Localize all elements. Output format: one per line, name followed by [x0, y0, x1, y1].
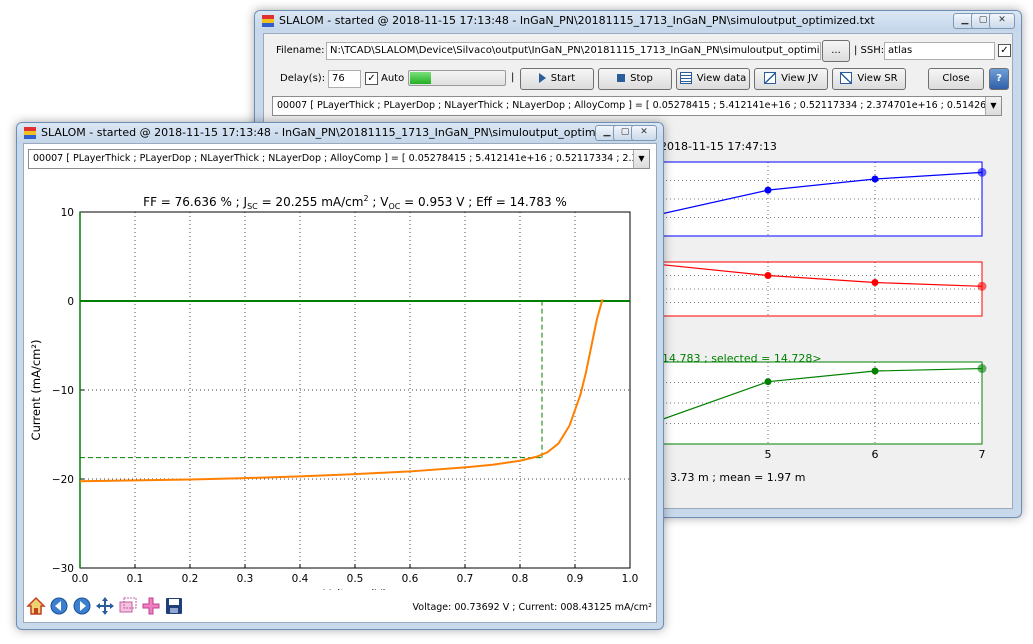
time-readout: 3.73 m ; mean = 1.97 m — [670, 471, 806, 484]
data-point — [977, 281, 987, 291]
chart-icon — [764, 72, 777, 84]
progress-fill — [410, 72, 431, 84]
data-point — [871, 367, 879, 375]
view-data-button[interactable]: View data — [676, 68, 750, 90]
chevron-down-icon[interactable]: ▼ — [985, 97, 1001, 115]
progress-bar — [408, 70, 506, 86]
parameter-selector[interactable]: 00007 [ PLayerThick ; PLayerDop ; NLayer… — [28, 149, 650, 169]
x-tick-label: 0.2 — [182, 573, 199, 585]
y-axis-label: Current (mA/cm²) — [29, 340, 43, 441]
x-tick-label: 0.8 — [512, 573, 529, 585]
close-window-button[interactable]: ✕ — [989, 13, 1015, 29]
plot-toolbar — [26, 596, 196, 618]
back-icon[interactable] — [49, 596, 69, 616]
x-tick-label: 7 — [979, 448, 986, 461]
back-plots: 5 6 7 — [662, 161, 987, 461]
x-axis-label: Voltage (V) — [323, 587, 387, 590]
auto-label: Auto — [381, 73, 405, 84]
y-tick-label: 0 — [67, 296, 74, 308]
filename-label: Filename: — [276, 45, 325, 56]
front-window: SLALOM - started @ 2018-11-15 17:13:48 -… — [16, 122, 664, 630]
title-voc-subscript: OC — [388, 202, 400, 211]
chevron-down-icon[interactable]: ▼ — [633, 150, 649, 168]
parameter-selector[interactable]: 00007 [ PLayerThick ; PLayerDop ; NLayer… — [272, 96, 1002, 116]
pan-icon[interactable] — [95, 596, 115, 616]
start-button[interactable]: Start — [520, 68, 594, 90]
x-tick-label: 5 — [765, 448, 772, 461]
cursor-status: Voltage: 00.73692 V ; Current: 008.43125… — [412, 602, 652, 613]
data-point — [977, 167, 987, 177]
delay-label: Delay(s): — [280, 73, 326, 84]
auto-checkbox[interactable]: ✓ — [365, 72, 378, 85]
play-icon — [538, 73, 546, 83]
table-icon — [679, 72, 692, 84]
chart-icon — [840, 72, 853, 84]
y-tick-label: −30 — [52, 563, 74, 575]
delay-field[interactable]: 76 — [328, 70, 361, 88]
efficiency-readout: 14.783 ; selected = 14.728> — [662, 352, 822, 365]
title-voc-value: = 0.953 V ; Eff = 14.783 % — [400, 195, 566, 209]
ssh-checkbox[interactable]: ✓ — [998, 44, 1011, 57]
save-icon[interactable] — [164, 596, 184, 616]
app-icon — [262, 15, 274, 27]
back-window-title: SLALOM - started @ 2018-11-15 17:13:48 -… — [279, 14, 875, 27]
x-tick-label: 0.9 — [567, 573, 584, 585]
x-tick-label: 1.0 — [622, 573, 639, 585]
data-point — [871, 279, 879, 287]
subplots-icon[interactable] — [141, 596, 161, 616]
x-tick-label: 6 — [872, 448, 879, 461]
title-voc: ; V — [369, 195, 390, 209]
stop-button[interactable]: Stop — [598, 68, 672, 90]
close-button[interactable]: Close — [928, 68, 984, 90]
title-jsc-subscript: SC — [247, 202, 258, 211]
stop-icon — [617, 74, 626, 82]
y-tick-label: −20 — [52, 474, 74, 486]
toolbar-separator: | — [511, 72, 515, 83]
front-title-bar[interactable]: SLALOM - started @ 2018-11-15 17:13:48 -… — [17, 123, 663, 143]
jv-chart[interactable]: 0.0 0.1 0.2 0.3 0.4 0.5 0.6 0.7 0.8 0.9 1.0 10 0 −10 −… — [24, 170, 654, 590]
back-title-bar[interactable]: SLALOM - started @ 2018-11-15 17:13:48 -… — [255, 11, 1021, 31]
x-tick-label: 0.5 — [347, 573, 364, 585]
data-point — [977, 364, 987, 374]
ssh-field[interactable]: atlas — [884, 42, 995, 60]
x-tick-label: 0.3 — [237, 573, 254, 585]
browse-button[interactable]: ... — [822, 40, 850, 62]
title-ff: FF = 76.636 % ; J — [143, 195, 247, 209]
view-jv-button[interactable]: View JV — [754, 68, 828, 90]
timestamp: 2018-11-15 17:47:13 — [660, 140, 777, 153]
view-sr-button[interactable]: View SR — [832, 68, 906, 90]
front-window-title: SLALOM - started @ 2018-11-15 17:13:48 -… — [41, 126, 637, 139]
data-point — [871, 175, 879, 183]
filename-field[interactable]: N:\TCAD\SLALOM\Device\Silvaco\output\InG… — [326, 42, 821, 60]
app-icon — [24, 127, 36, 139]
home-icon[interactable] — [26, 596, 46, 616]
ssh-label: | SSH: — [854, 45, 885, 56]
x-tick-label: 0.0 — [72, 573, 89, 585]
x-tick-label: 0.1 — [127, 573, 144, 585]
y-tick-label: −10 — [52, 385, 74, 397]
data-point — [764, 186, 772, 194]
zoom-icon[interactable] — [118, 596, 138, 616]
forward-icon[interactable] — [72, 596, 92, 616]
help-button[interactable]: ? — [989, 68, 1009, 90]
x-tick-label: 0.7 — [457, 573, 474, 585]
data-point — [764, 272, 772, 279]
front-client-area: 00007 [ PLayerThick ; PLayerDop ; NLayer… — [23, 143, 657, 623]
data-point — [764, 378, 772, 386]
chart-title: FF = 76.636 % ; JSC = 20.255 mA/cm2 ; VO… — [143, 194, 567, 211]
close-window-button[interactable]: ✕ — [631, 125, 657, 141]
x-tick-label: 0.4 — [292, 573, 309, 585]
y-tick-label: 10 — [61, 207, 74, 219]
title-jsc-value: = 20.255 mA/cm — [258, 195, 364, 209]
plot-frame — [79, 211, 631, 569]
x-tick-label: 0.6 — [402, 573, 419, 585]
